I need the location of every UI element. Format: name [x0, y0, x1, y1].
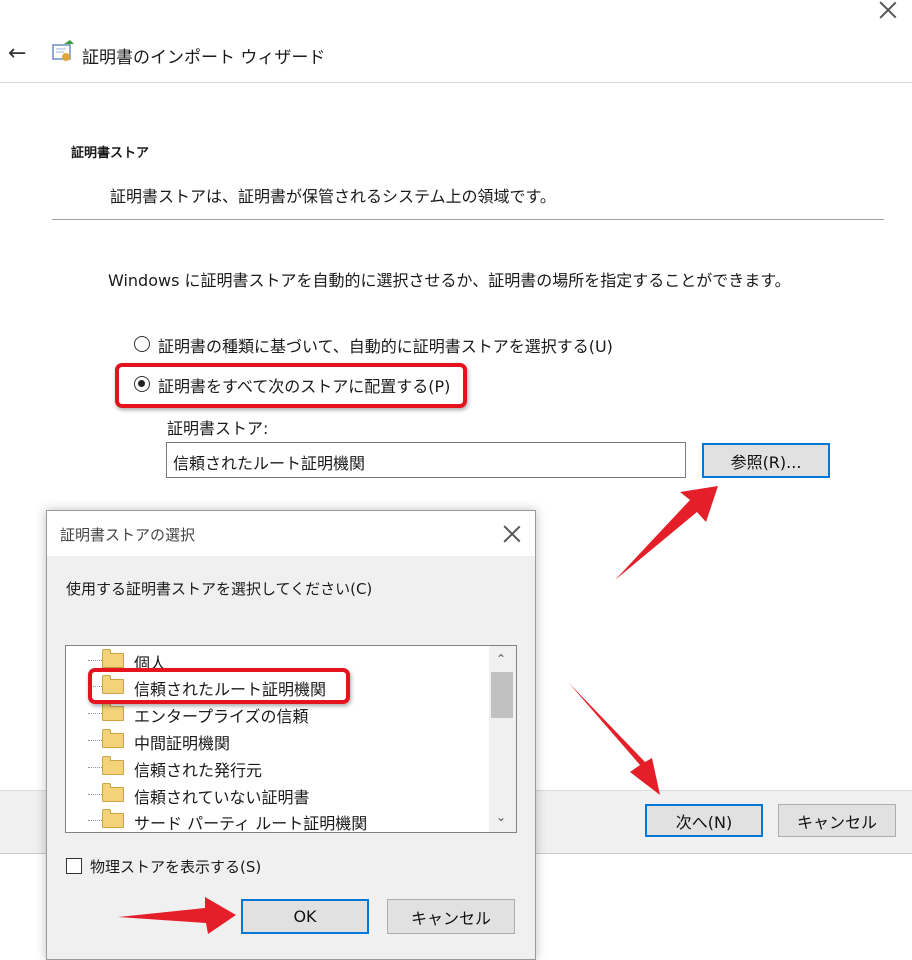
annotation-arrows: [118, 486, 718, 934]
arrow-to-ok-icon: [118, 897, 236, 934]
arrow-to-browse-icon: [615, 486, 718, 580]
arrow-to-next-icon: [568, 682, 660, 795]
